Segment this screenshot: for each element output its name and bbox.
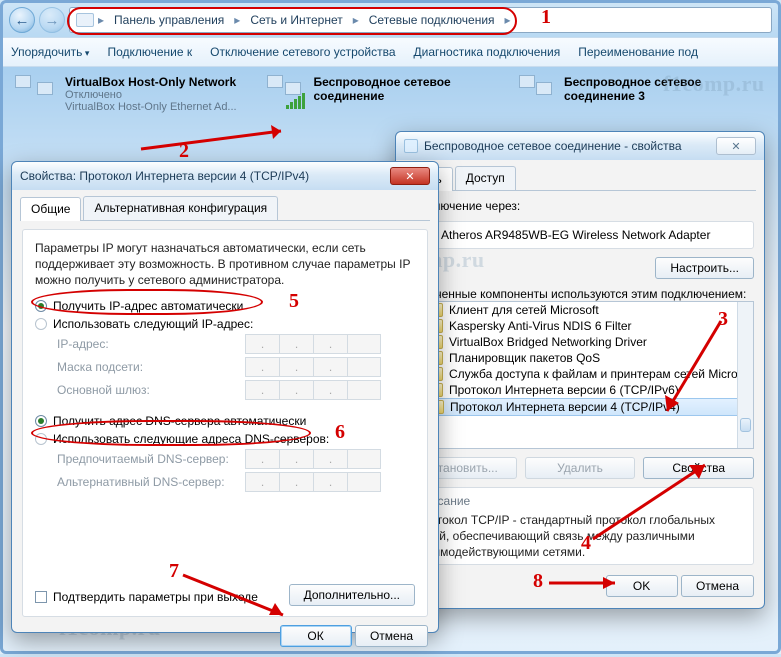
chevron-right-icon[interactable]: ▸ xyxy=(503,13,513,27)
adapter-name: Atheros AR9485WB-EG Wireless Network Ada… xyxy=(441,228,710,242)
cancel-button[interactable]: Отмена xyxy=(355,625,428,647)
radio-icon xyxy=(35,318,47,330)
back-button[interactable]: ← xyxy=(9,7,35,33)
components-label: Отмеченные компоненты используются этим … xyxy=(406,287,754,301)
properties-button[interactable]: Свойства xyxy=(643,457,754,479)
crumb-net[interactable]: Сеть и Интернет xyxy=(244,11,348,29)
ok-button[interactable]: OK xyxy=(606,575,678,597)
label-gw: Основной шлюз: xyxy=(57,383,233,397)
advanced-button[interactable]: Дополнительно... xyxy=(289,584,415,606)
conn-name: Беспроводное сетевое соединение xyxy=(313,75,507,103)
dns2-field: ... xyxy=(245,472,381,492)
annotation-number-3: 3 xyxy=(718,309,728,329)
label-dns1: Предпочитаемый DNS-сервер: xyxy=(57,452,233,466)
conn-name: VirtualBox Host-Only Network xyxy=(65,75,237,89)
explorer-navbar: ← → ▸ Панель управления ▸ Сеть и Интерне… xyxy=(3,3,778,37)
annotation-number-2: 2 xyxy=(179,141,189,161)
network-small-icon xyxy=(404,139,418,153)
list-item[interactable]: VirtualBox Bridged Networking Driver xyxy=(449,335,647,349)
scrollbar[interactable] xyxy=(737,302,753,448)
description-text: Протокол TCP/IP - стандартный протокол г… xyxy=(415,512,745,561)
forward-button[interactable]: → xyxy=(39,7,65,33)
annotation-number-4: 4 xyxy=(581,533,591,553)
tab-access[interactable]: Доступ xyxy=(455,166,516,190)
radio-icon xyxy=(35,415,47,427)
help-paragraph: Параметры IP могут назначаться автоматич… xyxy=(35,240,415,289)
label-dns2: Альтернативный DNS-сервер: xyxy=(57,475,233,489)
connections-list: VirtualBox Host-Only Network Отключено V… xyxy=(3,67,778,121)
annotation-number-8: 8 xyxy=(533,571,543,591)
label-mask: Маска подсети: xyxy=(57,360,233,374)
cancel-button[interactable]: Отмена xyxy=(681,575,754,597)
tab-alt[interactable]: Альтернативная конфигурация xyxy=(83,196,278,220)
network-icon xyxy=(15,75,57,109)
list-item[interactable]: Kaspersky Anti-Virus NDIS 6 Filter xyxy=(449,319,632,333)
annotation-number-7: 7 xyxy=(169,561,179,581)
description-heading: Описание xyxy=(415,494,745,508)
crumb-panel[interactable]: Панель управления xyxy=(108,11,230,29)
window-title: Беспроводное сетевое соединение - свойст… xyxy=(424,139,710,153)
configure-button[interactable]: Настроить... xyxy=(655,257,754,279)
annotation-oval-6 xyxy=(31,420,311,446)
connection-properties-window: Беспроводное сетевое соединение - свойст… xyxy=(395,131,765,609)
wifi-icon xyxy=(267,75,305,109)
scroll-thumb[interactable] xyxy=(740,418,751,432)
ipv4-properties-window: Свойства: Протокол Интернета версии 4 (T… xyxy=(11,161,439,633)
annotation-number-1: 1 xyxy=(541,7,551,27)
confirm-checkbox[interactable]: Подтвердить параметры при выходе xyxy=(35,590,258,604)
gw-field: ... xyxy=(245,380,381,400)
close-button[interactable]: ✕ xyxy=(390,167,430,185)
list-item[interactable]: Протокол Интернета версии 6 (TCP/IPv6) xyxy=(449,383,679,397)
toolbar-diag[interactable]: Диагностика подключения xyxy=(414,45,561,59)
components-list[interactable]: ✓Клиент для сетей Microsoft ✓Kaspersky A… xyxy=(406,301,754,449)
annotation-number-5: 5 xyxy=(289,291,299,311)
toolbar-disable[interactable]: Отключение сетевого устройства xyxy=(210,45,395,59)
label-ip: IP-адрес: xyxy=(57,337,233,351)
crumb-connections[interactable]: Сетевые подключения xyxy=(363,11,501,29)
tabs: Сеть Доступ xyxy=(404,166,756,191)
list-item-selected[interactable]: Протокол Интернета версии 4 (TCP/IPv4) xyxy=(450,400,680,414)
toolbar-rename[interactable]: Переименование под xyxy=(578,45,698,59)
explorer-toolbar: Упорядочить Подключение к Отключение сет… xyxy=(3,37,778,67)
chevron-right-icon[interactable]: ▸ xyxy=(351,13,361,27)
via-label: Подключение через: xyxy=(406,199,754,213)
breadcrumb[interactable]: ▸ Панель управления ▸ Сеть и Интернет ▸ … xyxy=(69,7,772,33)
checkbox-icon xyxy=(35,591,47,603)
connection-item[interactable]: VirtualBox Host-Only Network Отключено V… xyxy=(15,75,255,113)
toolbar-connect[interactable]: Подключение к xyxy=(107,45,192,59)
list-item[interactable]: Служба доступа к файлам и принтерам сете… xyxy=(449,367,738,381)
ok-button[interactable]: ОК xyxy=(280,625,352,647)
chevron-right-icon[interactable]: ▸ xyxy=(232,13,242,27)
dns1-field: ... xyxy=(245,449,381,469)
radio-manual-ip[interactable]: Использовать следующий IP-адрес: xyxy=(35,317,415,331)
chevron-right-icon[interactable]: ▸ xyxy=(96,13,106,27)
list-item[interactable]: Планировщик пакетов QoS xyxy=(449,351,600,365)
computer-icon xyxy=(76,13,94,27)
connection-item[interactable]: Беспроводное сетевое соединение xyxy=(267,75,507,113)
watermark: f1comp.ru xyxy=(663,73,765,95)
tab-general[interactable]: Общие xyxy=(20,197,81,221)
annotation-oval-5 xyxy=(31,289,263,315)
window-title: Свойства: Протокол Интернета версии 4 (T… xyxy=(20,169,384,183)
ip-field: ... xyxy=(245,334,381,354)
close-button[interactable]: ✕ xyxy=(716,137,756,155)
annotation-arrow-2 xyxy=(131,123,311,163)
list-item[interactable]: Клиент для сетей Microsoft xyxy=(449,303,599,317)
remove-button[interactable]: Удалить xyxy=(525,457,636,479)
tabs: Общие Альтернативная конфигурация xyxy=(20,196,430,221)
mask-field: ... xyxy=(245,357,381,377)
conn-status: Отключено xyxy=(65,89,237,101)
wifi-icon xyxy=(519,75,556,109)
conn-driver: VirtualBox Host-Only Ethernet Ad... xyxy=(65,101,237,113)
toolbar-organize[interactable]: Упорядочить xyxy=(11,45,89,59)
annotation-number-6: 6 xyxy=(335,422,345,442)
